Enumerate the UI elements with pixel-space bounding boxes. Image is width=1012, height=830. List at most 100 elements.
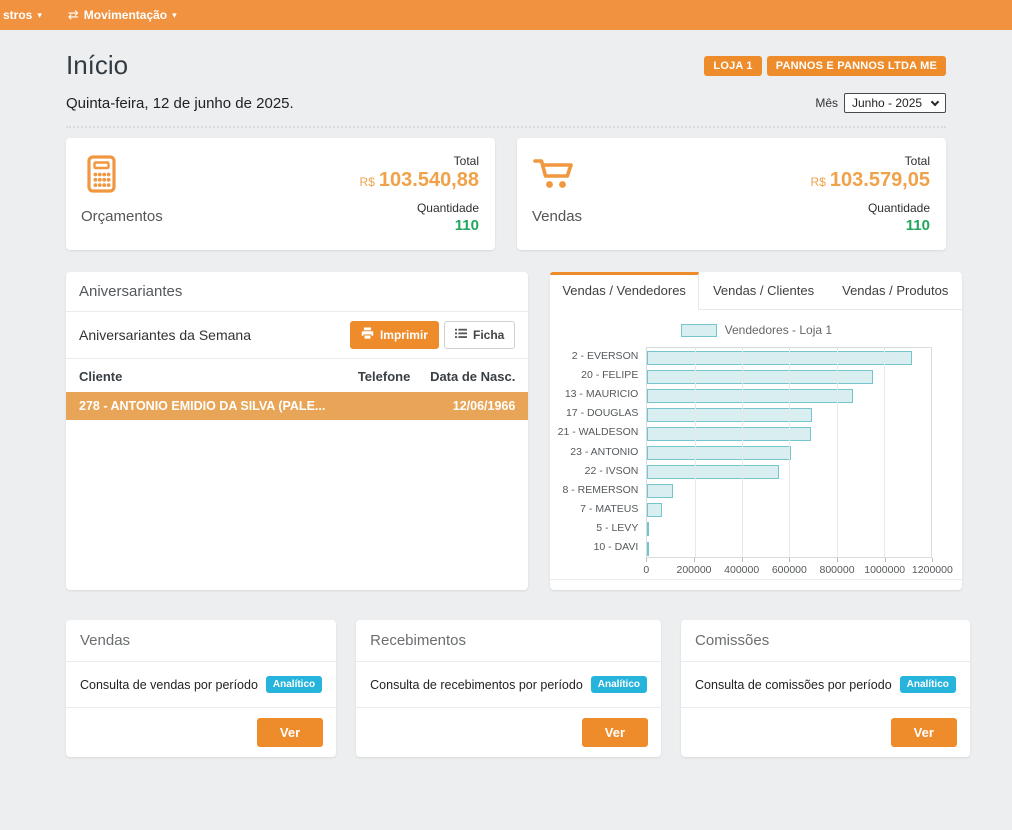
printer-icon	[361, 327, 374, 343]
month-select[interactable]: Junho - 2025	[844, 93, 946, 113]
list-icon	[455, 328, 467, 342]
tab-vendas-clientes[interactable]: Vendas / Clientes	[699, 272, 828, 309]
chart-bar	[647, 408, 812, 422]
chevron-down-icon: ▾	[37, 10, 42, 21]
store-badge: LOJA 1	[704, 56, 761, 76]
birthdays-actions: Imprimir Ficha	[350, 321, 515, 349]
currency-symbol: R$	[811, 175, 826, 189]
orcamentos-card: Orçamentos Total R$103.540,88 Quantidade…	[66, 138, 495, 250]
vendas-card-name: Vendas	[532, 208, 582, 225]
column-data-nasc: Data de Nasc.	[410, 369, 515, 384]
total-label: Total	[360, 154, 479, 168]
chart-tick-mark	[932, 558, 933, 562]
tab-vendas-vendedores[interactable]: Vendas / Vendedores	[550, 272, 699, 310]
legend-label: Vendedores - Loja 1	[725, 323, 832, 337]
ver-button[interactable]: Ver	[891, 718, 957, 747]
top-navbar: stros ▾ ⇄ Movimentação ▾	[0, 0, 1012, 30]
row-nascimento: 12/06/1966	[410, 399, 515, 413]
month-label: Mês	[815, 96, 838, 110]
total-value: 103.540,88	[379, 169, 479, 191]
nav-item-cadastros[interactable]: stros ▾	[3, 8, 42, 22]
chart-category-label: 5 - LEVY	[596, 519, 638, 538]
middle-panels-row: Aniversariantes Aniversariantes da Seman…	[66, 272, 946, 590]
chart-category-label: 20 - FELIPE	[581, 366, 638, 385]
chart-category-label: 2 - EVERSON	[572, 347, 639, 366]
orcamentos-card-totals: Total R$103.540,88 Quantidade 110	[360, 154, 479, 236]
legend-swatch	[681, 324, 717, 337]
chart-tick-label: 800000	[819, 564, 854, 576]
vendas-card: Vendas Total R$103.579,05 Quantidade 110	[517, 138, 946, 250]
birthdays-table-header: Cliente Telefone Data de Nasc.	[66, 359, 528, 392]
calculator-icon	[81, 181, 121, 198]
report-card-description: Consulta de vendas por período	[80, 678, 258, 692]
chart-tick-label: 1200000	[912, 564, 953, 576]
ficha-button[interactable]: Ficha	[444, 321, 515, 349]
vendedores-bar-chart: 2 - EVERSON20 - FELIPE13 - MAURICIO17 - …	[550, 347, 962, 580]
vendas-card-left: Vendas	[532, 154, 582, 236]
tab-vendas-produtos[interactable]: Vendas / Produtos	[828, 272, 962, 309]
chart-bar	[647, 370, 873, 384]
birthdays-panel-title: Aniversariantes	[66, 272, 528, 312]
orcamentos-card-left: Orçamentos	[81, 154, 163, 236]
birthdays-panel: Aniversariantes Aniversariantes da Seman…	[66, 272, 528, 590]
month-select-value: Junho - 2025	[852, 96, 922, 110]
ver-button[interactable]: Ver	[257, 718, 323, 747]
report-card-footer: Ver	[681, 708, 970, 757]
chart-tick-label: 200000	[676, 564, 711, 576]
print-button-label: Imprimir	[380, 328, 428, 342]
chart-gridline	[742, 348, 743, 557]
chart-gridline	[884, 348, 885, 557]
ficha-button-label: Ficha	[473, 328, 504, 342]
quantity-value: 110	[360, 217, 479, 234]
report-card-title: Comissões	[681, 620, 970, 662]
sales-tabbar: Vendas / Vendedores Vendas / Clientes Ve…	[550, 272, 962, 310]
comissoes-report-card: Comissões Consulta de comissões por perí…	[681, 620, 970, 757]
chart-tick-label: 0	[643, 564, 649, 576]
sales-panel-footer	[550, 579, 962, 590]
chart-bar	[647, 542, 649, 556]
page-title: Início	[66, 50, 128, 81]
nav-item-label: stros	[3, 8, 32, 22]
chevron-down-icon: ▾	[172, 10, 177, 21]
company-badge: PANNOS E PANNOS LTDA ME	[767, 56, 946, 76]
column-telefone: Telefone	[325, 369, 410, 384]
chart-tick-mark	[646, 558, 647, 562]
chart-gridline	[695, 348, 696, 557]
analitico-badge: Analítico	[900, 676, 956, 693]
report-card-footer: Ver	[356, 708, 661, 757]
nav-item-movimentacao[interactable]: ⇄ Movimentação ▾	[68, 7, 177, 23]
total-value-line: R$103.540,88	[360, 169, 479, 192]
chart-plot	[646, 347, 932, 558]
birthdays-subheader: Aniversariantes da Semana Imprimir	[66, 312, 528, 359]
report-card-title: Vendas	[66, 620, 336, 662]
birthdays-subtitle: Aniversariantes da Semana	[79, 327, 251, 343]
sales-tabs-panel: Vendas / Vendedores Vendas / Clientes Ve…	[550, 272, 962, 590]
report-card-body: Consulta de vendas por período Analítico	[66, 662, 336, 708]
report-card-description: Consulta de comissões por período	[695, 678, 892, 692]
nav-item-label: Movimentação	[84, 8, 167, 22]
main-content: Início LOJA 1 PANNOS E PANNOS LTDA ME Qu…	[0, 30, 1012, 757]
chart-gridline	[789, 348, 790, 557]
print-button[interactable]: Imprimir	[350, 321, 439, 349]
chart-tick-label: 400000	[724, 564, 759, 576]
total-label: Total	[811, 154, 930, 168]
report-card-body: Consulta de comissões por período Analít…	[681, 662, 970, 708]
chart-bar	[647, 522, 649, 536]
quantity-value: 110	[811, 217, 930, 234]
chart-bar	[647, 351, 912, 365]
chart-xaxis: 020000040000060000080000010000001200000	[646, 558, 932, 580]
ver-button[interactable]: Ver	[582, 718, 648, 747]
chart-category-label: 13 - MAURICIO	[565, 385, 639, 404]
total-value: 103.579,05	[830, 169, 930, 191]
chart-category-label: 22 - IVSON	[585, 462, 639, 481]
chart-category-label: 17 - DOUGLAS	[566, 404, 638, 423]
vendas-report-card: Vendas Consulta de vendas por período An…	[66, 620, 336, 757]
birthday-table-row[interactable]: 278 - ANTONIO EMIDIO DA SILVA (PALE... 1…	[66, 392, 528, 420]
report-card-body: Consulta de recebimentos por período Ana…	[356, 662, 661, 708]
analitico-badge: Analítico	[266, 676, 322, 693]
total-value-line: R$ 103.579,05	[811, 169, 930, 192]
chart-bar	[647, 427, 811, 441]
row-cliente: 278 - ANTONIO EMIDIO DA SILVA (PALE...	[79, 399, 325, 413]
report-cards-row: Vendas Consulta de vendas por período An…	[66, 620, 946, 757]
chevron-down-icon	[931, 97, 939, 105]
